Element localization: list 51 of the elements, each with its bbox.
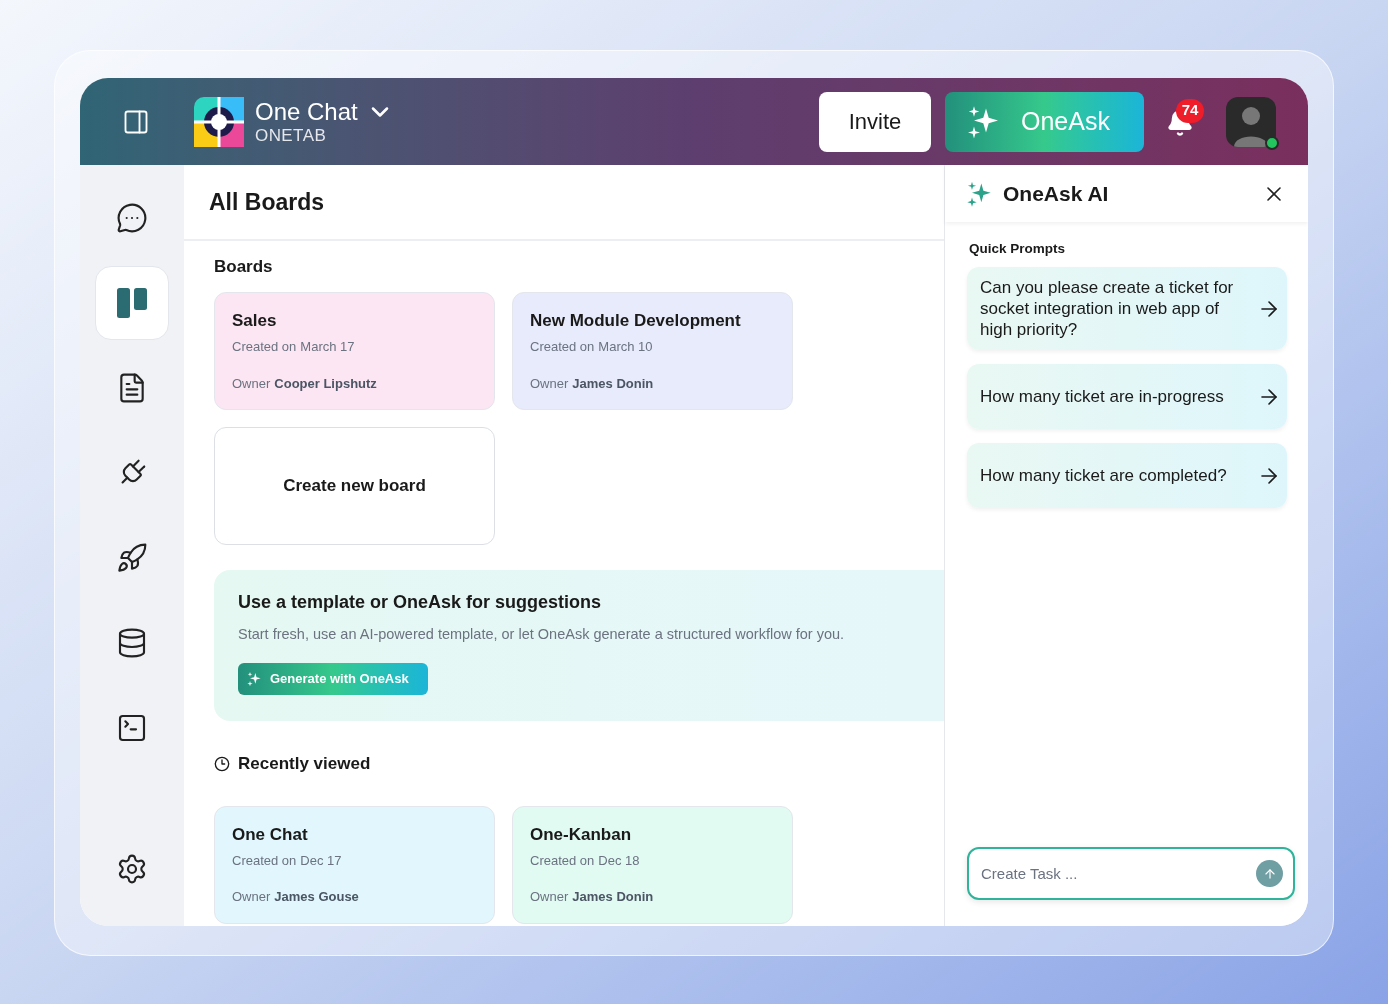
owner-label: Owner [530, 374, 569, 393]
quick-prompt-button[interactable]: How many ticket are completed? [967, 443, 1287, 509]
owner-label: Owner [232, 888, 271, 906]
created-date: March 17 [300, 338, 355, 356]
board-card[interactable]: New Module Development Created on March 10 Owner James Donin [512, 292, 793, 410]
created-date: Dec 17 [300, 851, 342, 870]
banner-description: Start fresh, use an AI-powered template, or let OneAsk generate a structured workflow for you. [238, 625, 846, 644]
owner-label: Owner [232, 374, 271, 393]
clock-icon [214, 755, 230, 772]
owner-name: James Donin [572, 374, 654, 393]
app-name: One Chat [255, 97, 358, 126]
app-logo [194, 96, 244, 147]
board-title: One Chat [232, 823, 309, 846]
chat-bubble-icon [116, 202, 148, 234]
board-title: New Module Development [530, 310, 742, 332]
owner-label: Owner [530, 888, 569, 906]
board-card[interactable]: Sales Created on March 17 Owner Cooper Lipshutz [214, 292, 495, 410]
avatar-silhouette[interactable] [1226, 96, 1276, 147]
rocket-icon [116, 542, 148, 574]
board-card[interactable]: One Chat Created on Dec 17 Owner James Gouse [214, 805, 495, 924]
terminal-icon [116, 712, 148, 744]
quick-prompt-button[interactable]: Can you please create a ticket for socket integration in web app of high priority? [967, 267, 1287, 351]
assistant-title: OneAsk AI [1003, 180, 1109, 207]
sidebar-item[interactable] [95, 266, 169, 340]
created-label: Created on [232, 338, 297, 356]
section-heading: Boards [214, 256, 274, 278]
board-card[interactable]: One-Kanban Created on Dec 18 Owner James Donin [512, 805, 793, 924]
banner-title: Use a template or OneAsk for suggestions [238, 591, 603, 614]
quick-prompt-button[interactable]: How many ticket are in-progress [967, 364, 1287, 430]
owner-name: James Donin [572, 888, 654, 906]
created-label: Created on [530, 851, 595, 870]
notification-count-badge: 74 [1176, 98, 1204, 123]
settings-icon [116, 853, 148, 885]
workspace-name: ONETAB [255, 125, 328, 146]
create-board-card[interactable]: Create new board [214, 427, 495, 545]
owner-name: Cooper Lipshutz [274, 374, 377, 393]
owner-name: James Gouse [274, 888, 359, 906]
quick-prompts-heading: Quick Prompts [968, 240, 1067, 258]
created-date: March 10 [598, 338, 653, 356]
board-icon [116, 287, 148, 319]
created-label: Created on [232, 851, 297, 870]
section-heading: Recently viewed [238, 753, 371, 775]
arrow-up-icon [1262, 866, 1277, 881]
board-title: Sales [232, 310, 278, 332]
created-label: Created on [530, 338, 595, 356]
database-icon [116, 627, 148, 659]
task-input-field[interactable]: Create Task ... [967, 847, 1295, 900]
invite-button[interactable]: Invite [819, 91, 931, 152]
board-title: One-Kanban [530, 823, 633, 846]
page-title: All Boards [209, 187, 325, 217]
created-date: Dec 18 [598, 851, 640, 870]
